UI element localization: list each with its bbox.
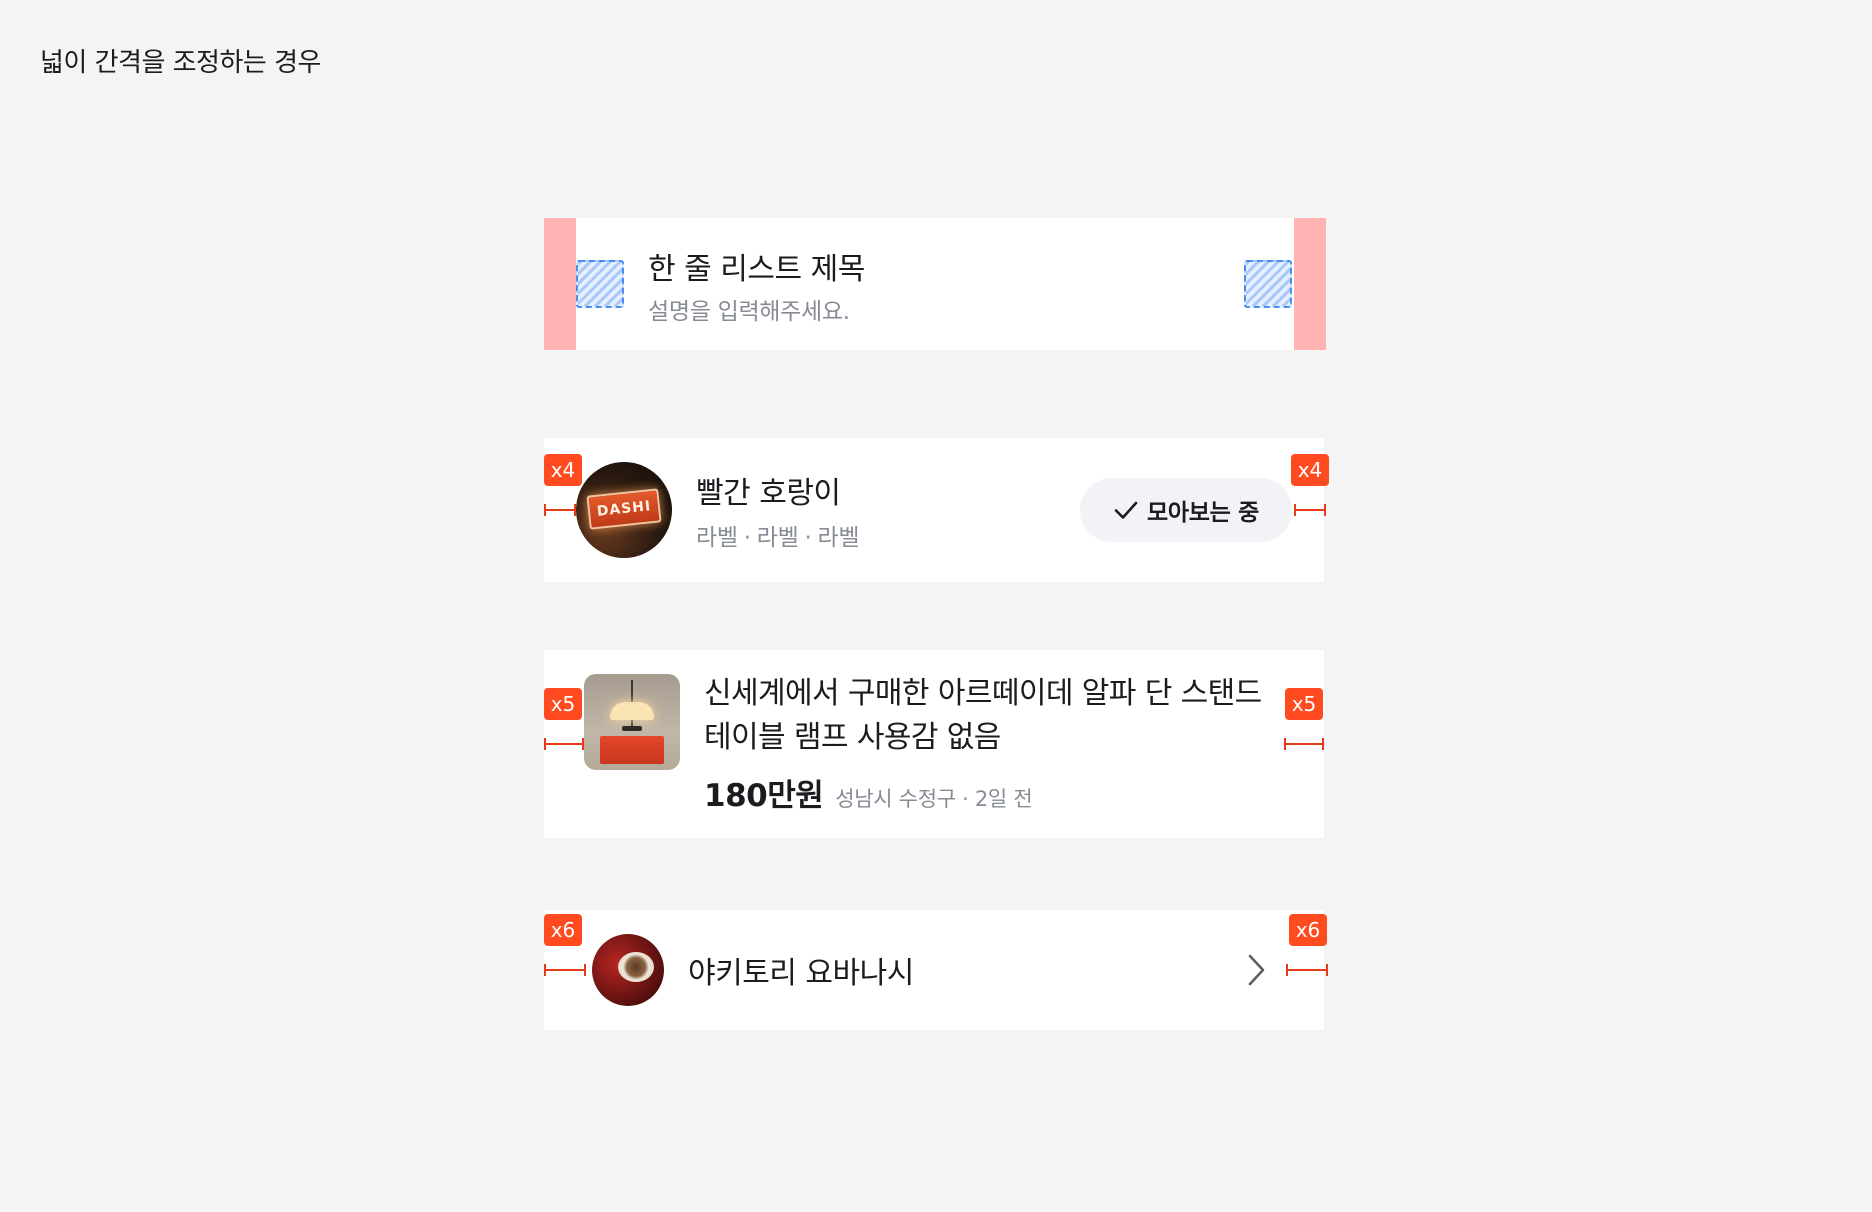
label: 라벨	[696, 525, 738, 551]
spacing-measure-left	[544, 738, 584, 750]
spacing-badge-right: x6	[1289, 914, 1327, 946]
list-item-title: 한 줄 리스트 제목	[648, 252, 865, 287]
list-item-title: 야키토리 요바나시	[688, 956, 914, 991]
page-title: 넓이 간격을 조정하는 경우	[40, 48, 321, 78]
label-row: 라벨 · 라벨 · 라벨	[696, 518, 860, 552]
label-separator: ·	[743, 525, 751, 551]
spacing-badge-right: x5	[1285, 688, 1323, 720]
spacing-badge-left: x5	[544, 688, 582, 720]
product-meta: 180만원 성남시 수정구 · 2일 전	[704, 770, 1033, 815]
list-item-description: 설명을 입력해주세요.	[648, 299, 850, 325]
dashi-sign-image: DASHI	[586, 488, 662, 530]
spacing-measure-right	[1284, 738, 1324, 750]
product-title: 신세계에서 구매한 아르떼이데 알파 단 스탠드 테이블 램프 사용감 없음	[704, 676, 1262, 755]
spacing-measure-left	[544, 504, 576, 516]
spacing-measure-right	[1294, 504, 1326, 516]
product-location-time: 성남시 수정구 · 2일 전	[835, 787, 1033, 811]
product-list-item[interactable]: 신세계에서 구매한 아르떼이데 알파 단 스탠드 테이블 램프 사용감 없음 1…	[544, 650, 1324, 838]
avatar	[592, 934, 664, 1006]
spacing-badge-right: x4	[1291, 454, 1329, 486]
label: 라벨	[756, 525, 799, 551]
restaurant-list-item[interactable]: 야키토리 요바나시	[544, 910, 1324, 1030]
left-padding-highlight	[544, 218, 576, 350]
product-thumbnail	[584, 674, 680, 770]
spacing-measure-right	[1286, 964, 1328, 976]
check-icon	[1114, 501, 1138, 519]
right-padding-highlight	[1294, 218, 1326, 350]
following-button[interactable]: 모아보는 중	[1080, 478, 1292, 542]
profile-list-item[interactable]: DASHI 빨간 호랑이 라벨 · 라벨 · 라벨 모아보는 중	[544, 438, 1324, 582]
trailing-slot-placeholder	[1244, 260, 1292, 308]
label: 라벨	[817, 525, 860, 551]
spacing-badge-left: x6	[544, 914, 582, 946]
label-separator: ·	[804, 525, 812, 551]
product-price: 180만원	[704, 778, 824, 814]
single-line-list-item[interactable]: 한 줄 리스트 제목 설명을 입력해주세요.	[544, 218, 1326, 350]
spacing-badge-left: x4	[544, 454, 582, 486]
spacing-measure-left	[544, 964, 586, 976]
chevron-right-icon[interactable]	[1244, 952, 1268, 988]
avatar: DASHI	[576, 462, 672, 558]
following-button-label: 모아보는 중	[1146, 500, 1259, 526]
leading-slot-placeholder	[576, 260, 624, 308]
list-item-title: 빨간 호랑이	[696, 476, 841, 511]
